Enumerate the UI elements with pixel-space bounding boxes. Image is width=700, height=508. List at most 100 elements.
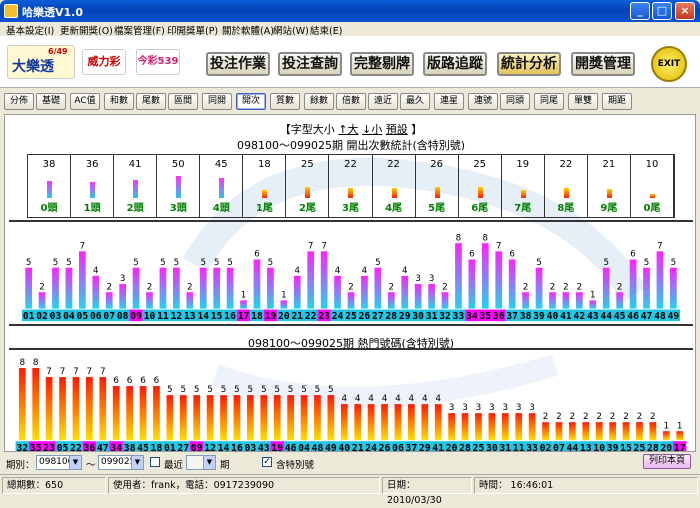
menu-about[interactable]: 關於軟體(A) xyxy=(222,23,274,37)
tab-12[interactable]: 遠近 xyxy=(368,93,398,110)
data-label: 3 xyxy=(502,403,508,413)
menu-basic-settings[interactable]: 基本設定(I) xyxy=(6,23,54,37)
tab-17[interactable]: 同尾 xyxy=(534,93,564,110)
data-label: 2 xyxy=(617,282,623,292)
tick-label: 28 xyxy=(386,311,398,322)
tab-2[interactable]: 基礎 xyxy=(36,93,66,110)
minimize-button[interactable]: _ xyxy=(630,2,650,20)
tab-19[interactable]: 期距 xyxy=(602,93,632,110)
daily-539-logo[interactable]: 今彩539 xyxy=(136,49,180,75)
tick-label: 10 xyxy=(593,443,605,452)
tick-label: 27 xyxy=(372,311,384,322)
tick-label: 48 xyxy=(654,311,666,322)
tab-18[interactable]: 單雙 xyxy=(568,93,598,110)
tab-5[interactable]: 尾數 xyxy=(136,93,166,110)
tab-9[interactable]: 質數 xyxy=(270,93,300,110)
head-tail-cell: 26 5尾 xyxy=(416,155,459,217)
bar xyxy=(629,259,637,309)
data-label: 5 xyxy=(603,258,609,268)
data-label: 36 xyxy=(85,159,99,170)
menu-file-manage[interactable]: 檔案管理(F) xyxy=(114,23,165,37)
data-label: 3 xyxy=(429,274,435,284)
tick-label: 22 xyxy=(305,311,317,322)
data-label: 45 xyxy=(214,159,228,170)
dropdown-arrow-icon[interactable]: ▼ xyxy=(131,456,143,469)
tab-14[interactable]: 連星 xyxy=(434,93,464,110)
data-label: 4 xyxy=(395,394,401,404)
path-tracking-button[interactable]: 版路追蹤 xyxy=(423,52,487,76)
tab-10[interactable]: 餘數 xyxy=(304,93,334,110)
recent-checkbox[interactable] xyxy=(150,457,160,467)
data-label: 5 xyxy=(375,258,381,268)
tab-4[interactable]: 和數 xyxy=(104,93,134,110)
bar xyxy=(670,267,677,309)
exit-button[interactable]: EXIT xyxy=(651,46,687,82)
category-label: 5尾 xyxy=(428,203,446,214)
full-elimination-button[interactable]: 完整剔牌 xyxy=(350,52,414,76)
data-label: 5 xyxy=(66,258,72,268)
head-tail-cell: 18 1尾 xyxy=(243,155,287,217)
head-tail-cell: 22 4尾 xyxy=(373,155,416,217)
category-label: 4頭 xyxy=(212,203,230,214)
tick-label: 33 xyxy=(526,443,538,452)
hot-numbers-chart: 8328357237057227367476346386456185015275… xyxy=(9,348,693,452)
bar xyxy=(86,377,93,441)
bet-operation-button[interactable]: 投注作業 xyxy=(206,52,270,76)
bar xyxy=(515,413,523,441)
print-page-button[interactable]: 列印本頁 xyxy=(643,454,691,469)
tab-7[interactable]: 同開 xyxy=(202,93,232,110)
data-label: 2 xyxy=(623,412,629,422)
bar xyxy=(408,404,415,441)
tick-label: 48 xyxy=(312,443,324,452)
period-to-select[interactable]: 099025 ▼ xyxy=(98,455,144,470)
bar xyxy=(367,404,375,441)
tick-label: 13 xyxy=(580,443,592,452)
bar xyxy=(609,422,616,441)
bar xyxy=(166,395,174,441)
data-label: 1 xyxy=(241,291,247,301)
data-label: 4 xyxy=(295,266,301,276)
bar xyxy=(133,179,139,198)
menu-exit[interactable]: 結束(E) xyxy=(310,23,342,37)
tick-label: 36 xyxy=(83,443,95,452)
tab-11[interactable]: 倍數 xyxy=(336,93,366,110)
tab-16[interactable]: 同頭 xyxy=(500,93,530,110)
dropdown-arrow-icon[interactable]: ▼ xyxy=(69,456,81,469)
tab-3[interactable]: AC值 xyxy=(70,93,100,110)
data-label: 5 xyxy=(288,385,294,395)
bar xyxy=(240,300,247,309)
font-bigger-link[interactable]: ↑大 xyxy=(338,123,358,136)
statistics-button[interactable]: 統計分析 xyxy=(497,52,561,76)
tab-6[interactable]: 區間 xyxy=(168,93,198,110)
period-from-select[interactable]: 098100 ▼ xyxy=(36,455,82,470)
tick-label: 35 xyxy=(480,311,492,322)
menu-print-draw[interactable]: 印開獎單(P) xyxy=(167,23,218,37)
close-button[interactable]: × xyxy=(675,2,695,20)
bar xyxy=(649,422,657,441)
lotto-logo[interactable]: 大樂透 6/49 xyxy=(7,45,75,79)
power-lotto-logo[interactable]: 威力彩 xyxy=(82,49,126,75)
font-default-link[interactable]: 預設 xyxy=(386,123,408,136)
data-label: 2 xyxy=(570,412,576,422)
bar xyxy=(348,188,354,198)
menu-update-draw[interactable]: 更新開獎(O) xyxy=(60,23,113,37)
include-special-checkbox[interactable]: ✓ xyxy=(262,457,272,467)
bar xyxy=(273,395,281,441)
menu-website[interactable]: 網站(W) xyxy=(273,23,309,37)
draw-management-button[interactable]: 開獎管理 xyxy=(571,52,635,76)
category-label: 6尾 xyxy=(471,203,489,214)
tab-15[interactable]: 連號 xyxy=(468,93,498,110)
tab-13[interactable]: 最久 xyxy=(400,93,430,110)
font-smaller-link[interactable]: ↓小 xyxy=(362,123,382,136)
recent-count-select[interactable]: ▼ xyxy=(186,455,216,470)
bar xyxy=(267,267,274,309)
bet-query-button[interactable]: 投注查詢 xyxy=(278,52,342,76)
tab-8[interactable]: 開次 xyxy=(236,93,266,110)
bar xyxy=(387,292,395,309)
maximize-button[interactable]: □ xyxy=(652,2,672,20)
dropdown-arrow-icon[interactable]: ▼ xyxy=(203,456,215,469)
tab-1[interactable]: 分佈 xyxy=(4,93,34,110)
data-label: 2 xyxy=(650,412,656,422)
tick-label: 04 xyxy=(63,311,75,322)
category-label: 4尾 xyxy=(385,203,403,214)
